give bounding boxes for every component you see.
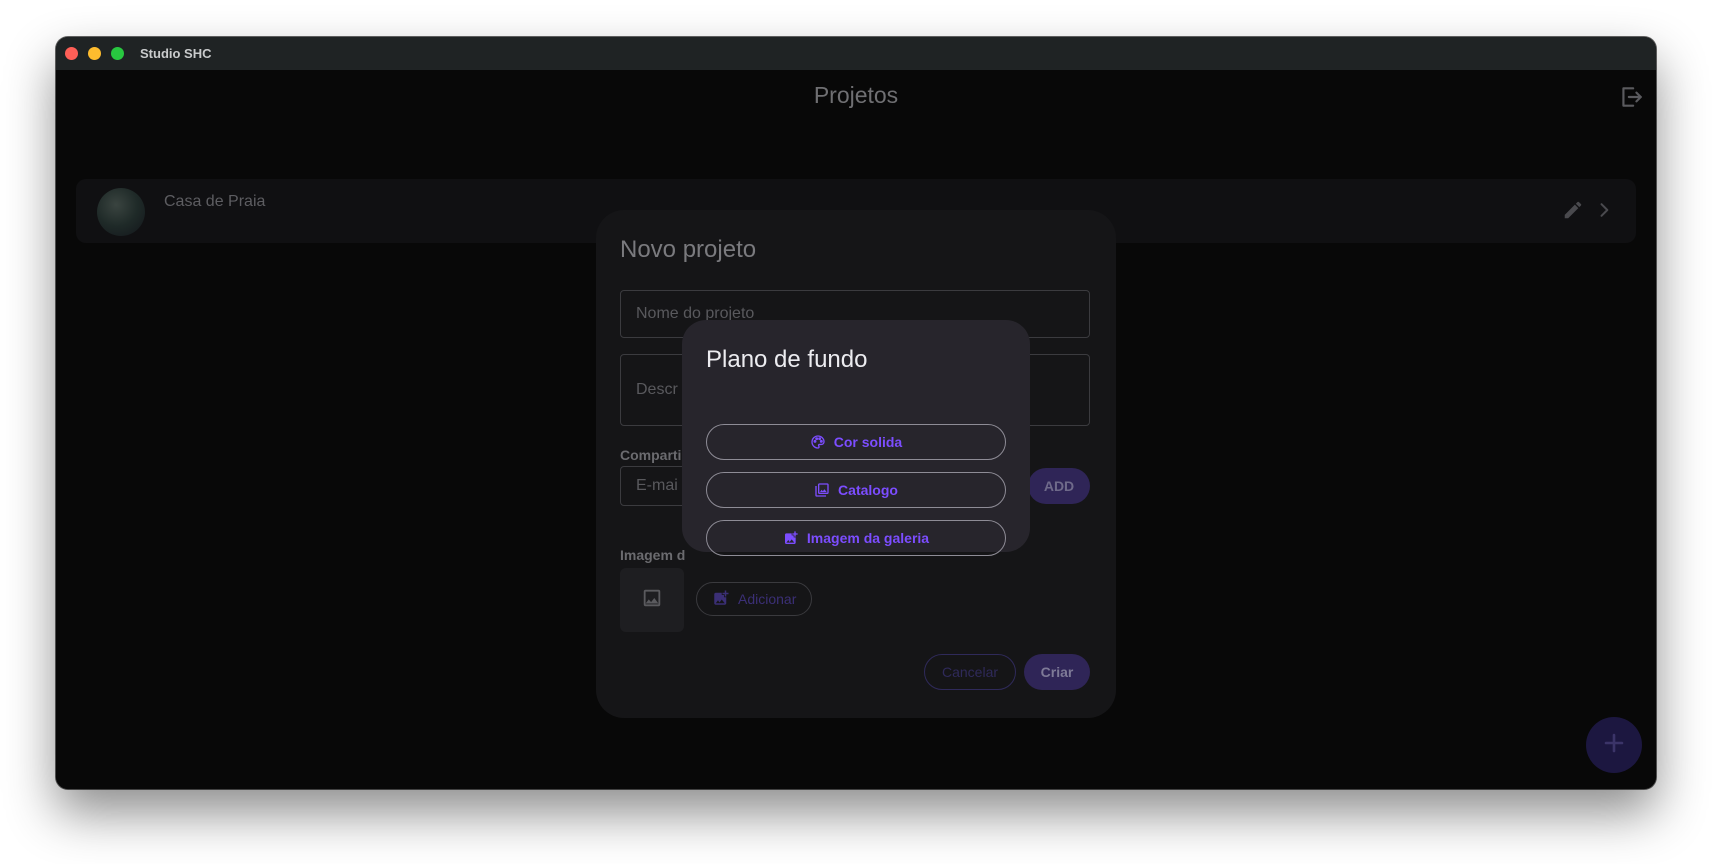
photo-library-icon [814,482,830,498]
title-bar: Studio SHC [56,37,1656,70]
project-name: Casa de Praia [164,193,266,210]
palette-icon [810,434,826,450]
project-thumbnail [97,188,145,236]
solid-color-button[interactable]: Cor solida [706,424,1006,460]
page-title: Projetos [813,82,899,108]
gallery-image-label: Imagem da galeria [806,530,930,546]
maximize-window-button[interactable] [111,47,124,60]
gallery-image-button[interactable]: Imagem da galeria [706,520,1006,556]
chevron-right-icon[interactable] [1594,200,1614,220]
add-photo-icon [712,589,730,610]
add-project-button[interactable] [1586,717,1642,773]
add-image-label: Adicionar [738,591,797,607]
window-title: Studio SHC [140,46,212,61]
plus-icon [1602,731,1626,760]
image-preview [620,568,684,632]
minimize-window-button[interactable] [88,47,101,60]
image-icon [641,587,663,614]
share-label: Comparti [620,447,682,463]
create-button[interactable]: Criar [1024,654,1090,690]
popup-title: Plano de fundo [706,346,868,373]
add-image-button[interactable]: Adicionar [696,582,813,616]
catalog-button[interactable]: Catalogo [706,472,1006,508]
image-label: Imagem d [620,547,686,563]
close-window-button[interactable] [65,47,78,60]
solid-color-label: Cor solida [833,434,903,450]
app-window: Studio SHC Projetos Casa de Praia Novo p [56,37,1656,789]
cancel-button[interactable]: Cancelar [924,654,1016,690]
dialog-title: Novo projeto [620,236,757,263]
edit-icon[interactable] [1562,199,1584,221]
add-email-button[interactable]: ADD [1028,468,1090,504]
catalog-label: Catalogo [838,482,898,498]
background-picker-dialog: Plano de fundo Cor solida Catalogo Image… [682,320,1030,556]
add-photo-icon [783,530,799,546]
logout-icon[interactable] [1618,84,1644,110]
